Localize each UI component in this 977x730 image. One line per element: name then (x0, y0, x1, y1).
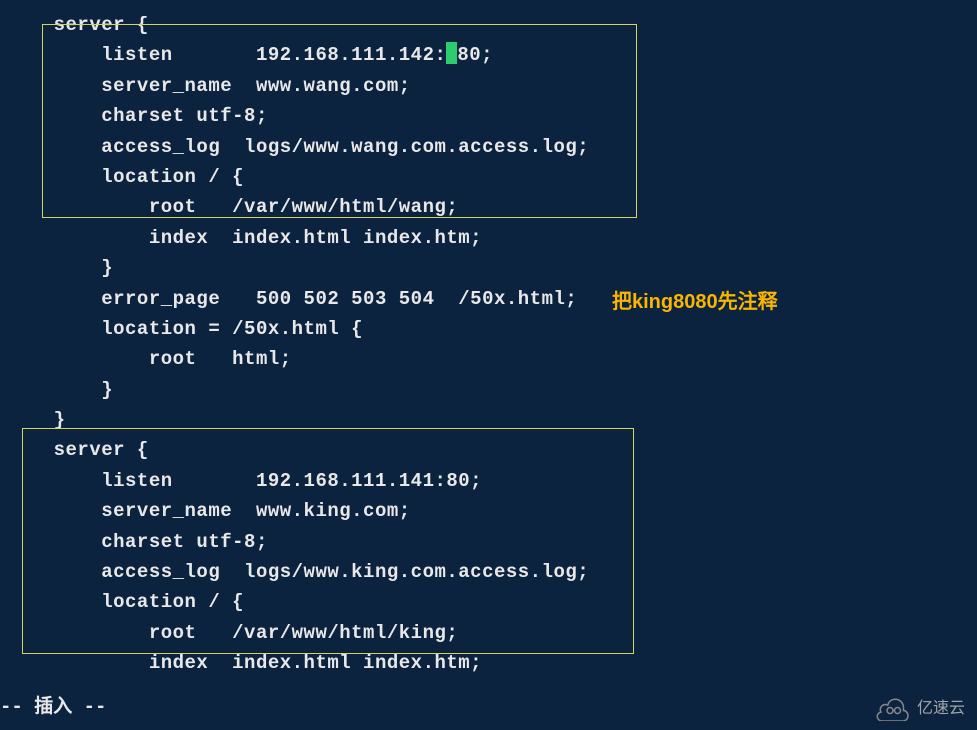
code-line: error_page 500 502 503 504 /50x.html; (0, 284, 977, 314)
code-line: } (0, 375, 977, 405)
code-line: access_log logs/www.wang.com.access.log; (0, 132, 977, 162)
code-line: server_name www.wang.com; (0, 71, 977, 101)
code-line: charset utf-8; (0, 527, 977, 557)
code-line: server { (0, 10, 977, 40)
code-line: root /var/www/html/wang; (0, 192, 977, 222)
code-line: access_log logs/www.king.com.access.log; (0, 557, 977, 587)
cursor-icon (446, 42, 457, 64)
code-editor[interactable]: server { listen 192.168.111.142: 80; serv… (0, 0, 977, 679)
code-line: server { (0, 435, 977, 465)
code-line: root html; (0, 344, 977, 374)
code-text-after-cursor: 80; (457, 44, 493, 66)
code-line: location / { (0, 587, 977, 617)
annotation-comment: 把king8080先注释 (612, 286, 778, 318)
vim-status-line: -- 插入 -- (0, 692, 106, 722)
watermark: 亿速云 (875, 696, 965, 722)
code-line: index index.html index.htm; (0, 223, 977, 253)
code-line: charset utf-8; (0, 101, 977, 131)
code-line: root /var/www/html/king; (0, 618, 977, 648)
code-text-before-cursor: listen 192.168.111.142: (6, 44, 446, 66)
code-line: server_name www.king.com; (0, 496, 977, 526)
code-line: listen 192.168.111.141:80; (0, 466, 977, 496)
code-line: listen 192.168.111.142: 80; (0, 40, 977, 70)
code-line: } (0, 405, 977, 435)
code-line: } (0, 253, 977, 283)
cloud-icon (875, 697, 911, 721)
code-line: location / { (0, 162, 977, 192)
code-line: location = /50x.html { (0, 314, 977, 344)
code-line: index index.html index.htm; (0, 648, 977, 678)
watermark-text: 亿速云 (917, 696, 965, 722)
